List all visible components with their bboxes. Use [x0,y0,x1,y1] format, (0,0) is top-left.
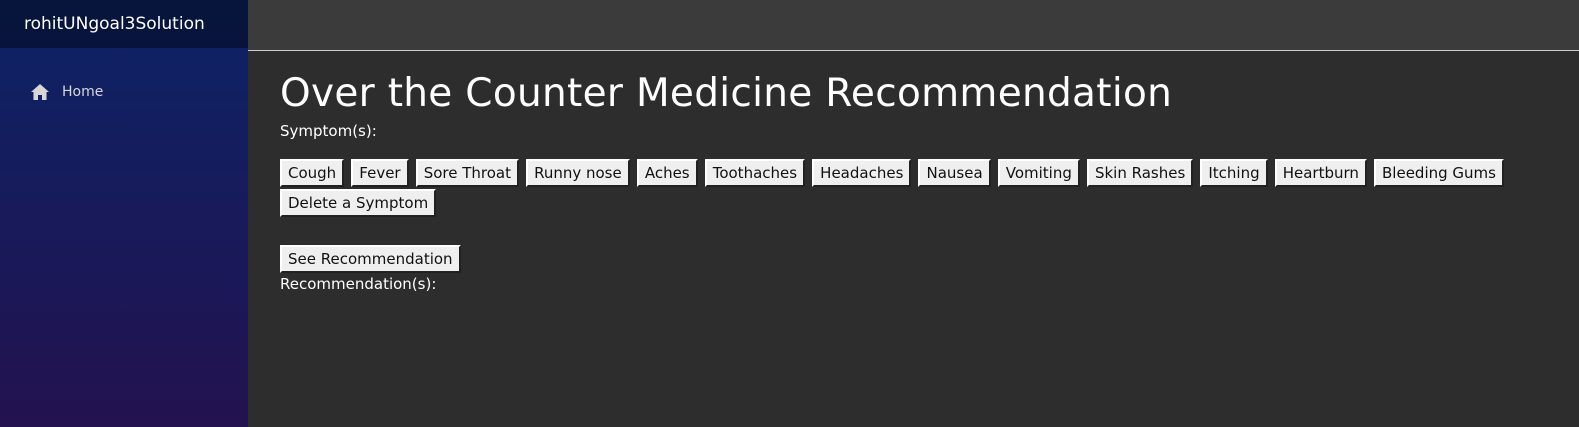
top-bar [248,0,1579,51]
symptom-button-bleeding-gums[interactable]: Bleeding Gums [1374,159,1504,187]
symptom-button-sore-throat[interactable]: Sore Throat [415,159,519,187]
symptom-button-group: Cough Fever Sore Throat Runny nose Aches… [280,159,1510,219]
symptom-button-cough[interactable]: Cough [280,159,345,187]
nav-item-label: Home [62,84,104,100]
main-content: Over the Counter Medicine Recommendation… [280,52,1560,293]
symptom-button-headaches[interactable]: Headaches [812,159,912,187]
page-title: Over the Counter Medicine Recommendation [280,71,1173,116]
recommendations-label: Recommendation(s): [280,275,437,293]
brand-bar: rohitUNgoal3Solution [0,0,248,48]
recommend-section: See Recommendation [280,245,1560,275]
sidebar: rohitUNgoal3Solution Home [0,0,248,427]
symptom-button-heartburn[interactable]: Heartburn [1274,159,1367,187]
symptom-button-nausea[interactable]: Nausea [918,159,991,187]
symptom-button-skin-rashes[interactable]: Skin Rashes [1086,159,1194,187]
see-recommendation-button[interactable]: See Recommendation [280,245,461,273]
symptom-button-runny-nose[interactable]: Runny nose [526,159,630,187]
home-icon [30,82,50,102]
brand-link[interactable]: rohitUNgoal3Solution [24,14,205,34]
symptoms-label: Symptom(s): [280,122,377,140]
symptom-button-vomiting[interactable]: Vomiting [997,159,1080,187]
symptom-button-itching[interactable]: Itching [1200,159,1268,187]
symptom-button-fever[interactable]: Fever [351,159,409,187]
nav-item-home[interactable]: Home [16,76,232,108]
symptom-button-aches[interactable]: Aches [636,159,698,187]
delete-symptom-button[interactable]: Delete a Symptom [280,189,437,217]
symptom-button-toothaches[interactable]: Toothaches [704,159,806,187]
